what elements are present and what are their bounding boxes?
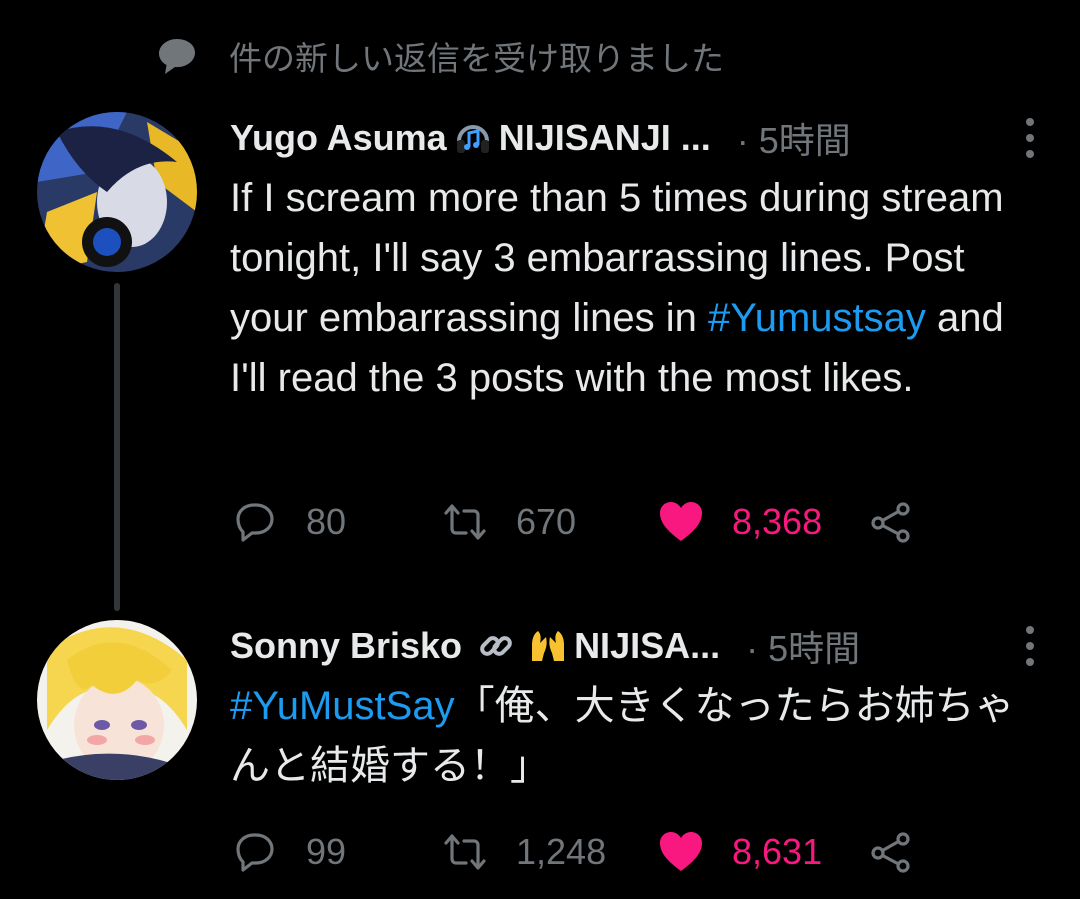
like-count: 8,368 — [732, 501, 823, 542]
avatar-image — [37, 620, 197, 780]
comment-icon — [159, 39, 195, 74]
retweet-button[interactable]: 670 — [442, 499, 658, 545]
timestamp-text: 5時間 — [758, 120, 851, 161]
reply-button[interactable]: 80 — [232, 499, 442, 545]
hashtag-link[interactable]: #YuMustSay — [230, 684, 455, 728]
new-replies-notice[interactable]: 件の新しい返信を受け取りました — [155, 30, 724, 82]
display-name-suffix[interactable]: NIJISANJI ... — [499, 117, 711, 159]
thread-line — [114, 283, 120, 611]
timestamp-text: 5時間 — [768, 628, 861, 669]
avatar[interactable] — [37, 620, 197, 780]
display-name[interactable]: Sonny Brisko — [230, 625, 462, 667]
like-button[interactable]: 8,631 — [658, 829, 868, 875]
tweet-actions: 99 1,248 8,631 — [232, 822, 942, 882]
notice-text: 件の新しい返信を受け取りました — [229, 40, 724, 77]
timestamp[interactable]: · 5時間 — [746, 620, 860, 672]
tweet-header: Yugo Asuma NIJISANJI ... · 5時間 — [230, 112, 1050, 164]
share-button[interactable] — [868, 829, 942, 875]
reply-count: 80 — [306, 501, 347, 542]
reply-icon — [236, 833, 274, 872]
hashtag-link[interactable]: #Yumustsay — [708, 296, 926, 340]
more-icon[interactable] — [1010, 624, 1050, 668]
like-count: 8,631 — [732, 831, 823, 872]
retweet-count: 1,248 — [516, 831, 607, 872]
headphones-icon — [453, 118, 493, 158]
retweet-icon — [444, 504, 486, 540]
share-icon — [871, 502, 910, 543]
raising-hands-icon — [528, 626, 568, 666]
reply-count: 99 — [306, 831, 347, 872]
retweet-icon — [444, 834, 486, 870]
avatar-image — [37, 112, 197, 272]
link-icon — [476, 626, 516, 666]
tweet-header: Sonny Brisko NIJISA... · 5時間 — [230, 620, 1050, 672]
like-button[interactable]: 8,368 — [658, 499, 868, 545]
share-button[interactable] — [868, 499, 942, 545]
retweet-count: 670 — [516, 501, 577, 542]
avatar[interactable] — [37, 112, 197, 272]
display-name-suffix[interactable]: NIJISA... — [574, 625, 720, 667]
tweet-text: #YuMustSay「俺、大きくなったらお姉ちゃんと結婚する！」 — [230, 676, 1030, 796]
timestamp[interactable]: · 5時間 — [737, 112, 851, 164]
reply-button[interactable]: 99 — [232, 829, 442, 875]
retweet-button[interactable]: 1,248 — [442, 829, 658, 875]
display-name[interactable]: Yugo Asuma — [230, 117, 447, 159]
more-icon[interactable] — [1010, 116, 1050, 160]
heart-icon — [660, 502, 702, 541]
reply-icon — [236, 503, 274, 542]
tweet-text: If I scream more than 5 times during str… — [230, 168, 1030, 408]
tweet-actions: 80 670 8,368 — [232, 492, 942, 552]
heart-icon — [660, 832, 702, 871]
share-icon — [871, 832, 910, 873]
